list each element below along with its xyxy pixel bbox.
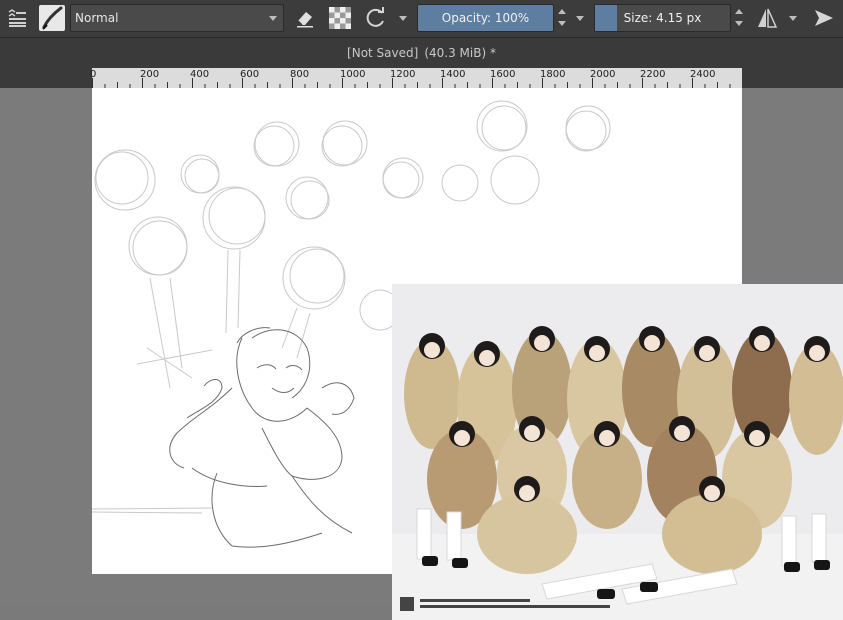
ruler-overflow <box>742 68 843 88</box>
brush-preset-icon[interactable] <box>38 4 66 32</box>
ruler-label: 400 <box>190 69 210 80</box>
chevron-down-icon <box>576 15 584 21</box>
ruler-label: 800 <box>290 69 310 80</box>
ruler-label: 1800 <box>540 69 566 80</box>
ruler-label: 1400 <box>440 69 466 80</box>
chevron-down-icon <box>557 21 566 26</box>
ruler-label: 2200 <box>640 69 666 80</box>
document-name: [Not Saved] <box>347 46 419 60</box>
document-size: (40.3 MiB) * <box>424 46 496 60</box>
chevron-up-icon <box>557 9 566 14</box>
reload-options-arrow[interactable] <box>396 4 410 32</box>
alpha-lock-icon[interactable] <box>326 4 354 32</box>
ruler-label: 600 <box>240 69 260 80</box>
eraser-icon[interactable] <box>292 4 318 32</box>
size-slider-fill <box>595 5 617 31</box>
canvas-workspace[interactable] <box>0 88 843 620</box>
chevron-down-icon <box>399 15 407 21</box>
opacity-slider[interactable]: Opacity: 100% <box>417 4 554 32</box>
chevron-up-icon <box>734 9 743 14</box>
menu-icon[interactable] <box>4 4 30 32</box>
pin-icon[interactable] <box>810 4 838 32</box>
ruler-scale: 0 200 400 600 800 1000 1200 1400 1600 1800 2000 220… <box>90 68 742 88</box>
ruler-label: 0 <box>90 69 97 80</box>
ruler-label: 2000 <box>590 69 616 80</box>
mirror-options-arrow[interactable] <box>786 4 800 32</box>
chevron-down-icon <box>734 21 743 26</box>
chevron-down-icon <box>269 16 277 21</box>
opacity-label: Opacity: 100% <box>441 11 530 25</box>
opacity-stepper[interactable] <box>555 4 568 32</box>
size-stepper[interactable] <box>732 4 745 32</box>
mirror-icon[interactable] <box>754 4 780 32</box>
main-toolbar: Normal Opacity: 100% Size: 4.15 px <box>0 0 843 38</box>
blend-mode-value: Normal <box>75 11 119 25</box>
ruler-label: 1000 <box>340 69 366 80</box>
reference-photo-content <box>392 284 843 620</box>
blend-mode-dropdown[interactable]: Normal <box>70 4 284 32</box>
reload-icon[interactable] <box>362 4 390 32</box>
document-status-bar: [Not Saved] (40.3 MiB) * <box>0 38 843 68</box>
size-label: Size: 4.15 px <box>623 11 702 25</box>
ruler-label: 1200 <box>390 69 416 80</box>
chevron-down-icon <box>789 15 797 21</box>
horizontal-ruler[interactable]: 0 200 400 600 800 1000 1200 1400 1600 1800 2000 220… <box>0 68 843 88</box>
ruler-label: 1600 <box>490 69 516 80</box>
reference-image[interactable] <box>392 284 843 620</box>
ruler-label: 200 <box>140 69 160 80</box>
ruler-label: 2400 <box>690 69 716 80</box>
size-slider[interactable]: Size: 4.15 px <box>594 4 731 32</box>
opacity-options-arrow[interactable] <box>573 4 587 32</box>
